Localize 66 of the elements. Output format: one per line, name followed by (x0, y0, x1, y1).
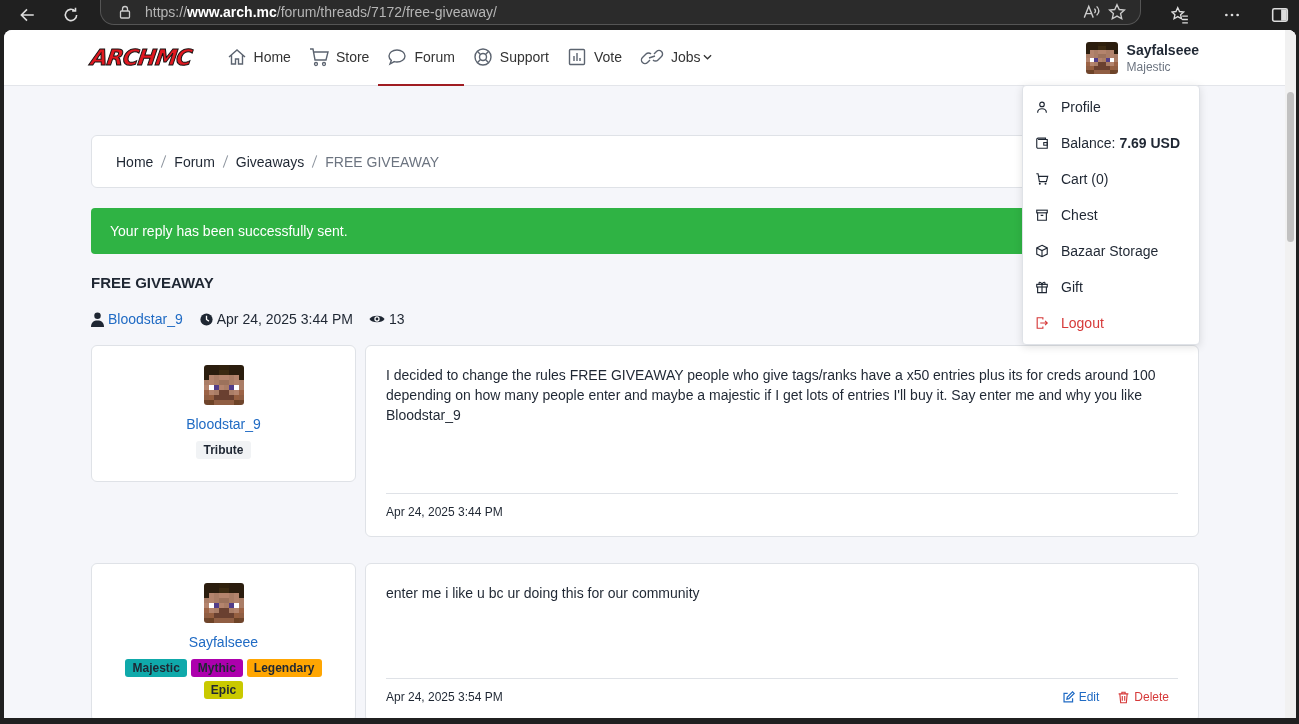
edit-link[interactable]: Edit (1061, 690, 1100, 704)
nav-link[interactable]: Jobs (630, 30, 721, 86)
author-link[interactable]: Sayfalseee (188, 634, 259, 650)
breadcrumb-link[interactable]: FREE GIVEAWAY (325, 153, 440, 170)
rank-badge: Tribute (196, 441, 251, 459)
avatar-icon[interactable] (1085, 41, 1118, 74)
clock-icon (199, 311, 213, 327)
trash-icon (1117, 690, 1131, 704)
nav-link[interactable]: Support (463, 30, 558, 86)
nav-link[interactable]: Forum (378, 30, 464, 86)
author-link[interactable]: Bloodstar_9 (108, 311, 183, 327)
view-count: 13 (388, 311, 405, 327)
username[interactable]: Sayfalseee (1126, 41, 1199, 58)
scrollbar[interactable] (1285, 30, 1296, 718)
rank-badge: Mythic (190, 659, 243, 677)
user-rank: Majestic (1126, 59, 1172, 74)
post-text: I decided to change the rules FREE GIVEAWAY people who give tags/ranks have a x50 entries plus its for creds around 100 depending on how many people enter and maybe a majestic if I get lots of entries I'll buy it. Say enter me and why you like Bloodstar_9 (386, 366, 1157, 425)
lifebuoy-icon (472, 47, 493, 67)
lock-icon (119, 4, 131, 19)
edit-icon (1061, 690, 1075, 704)
avatar-icon (203, 365, 244, 405)
breadcrumb-link[interactable]: Forum (174, 153, 215, 170)
nav-link[interactable]: Store (299, 30, 379, 86)
menu-item[interactable]: Cart (0) (1023, 161, 1199, 197)
eye-icon (368, 313, 385, 325)
rank-badge: Majestic (125, 659, 187, 677)
nav-link[interactable]: Vote (557, 30, 631, 86)
cart-icon (308, 47, 329, 67)
post-date: Apr 24, 2025 3:54 PM (386, 690, 503, 704)
cube-icon (1035, 244, 1049, 258)
chat-bubble-icon (387, 47, 408, 67)
delete-link[interactable]: Delete (1117, 690, 1169, 704)
breadcrumb-link[interactable]: Home (116, 153, 154, 170)
thread-title: FREE GIVEAWAY (91, 274, 214, 291)
address-bar[interactable]: https://www.arch.mc/forum/threads/7172/free-giveaway/ (100, 0, 1141, 25)
archive-box-icon (1035, 208, 1049, 222)
favorites-icon[interactable] (1171, 6, 1189, 24)
chart-icon (566, 47, 587, 67)
home-icon (226, 47, 247, 67)
menu-item[interactable]: Logout (1023, 305, 1199, 341)
logout-icon (1035, 316, 1049, 330)
gift-icon (1035, 280, 1049, 294)
rank-badge: Epic (203, 681, 244, 699)
wallet-icon (1035, 136, 1049, 150)
person-icon (91, 311, 104, 327)
post-text: enter me i like u bc ur doing this for our community (386, 584, 701, 603)
back-icon[interactable] (18, 6, 36, 24)
sidebar-icon[interactable] (1271, 6, 1289, 24)
refresh-icon[interactable] (62, 6, 80, 24)
menu-item[interactable]: Profile (1023, 89, 1199, 125)
thread-date: Apr 24, 2025 3:44 PM (216, 311, 353, 327)
site-logo[interactable]: ARCHMC (89, 45, 194, 70)
menu-item[interactable]: Balance: 7.69 USD (1023, 125, 1199, 161)
rank-badge: Legendary (246, 659, 322, 677)
cart-icon (1035, 172, 1049, 186)
star-icon[interactable] (1108, 2, 1126, 21)
avatar-icon (203, 583, 244, 623)
url-text: https://www.arch.mc/forum/threads/7172/free-giveaway/ (145, 3, 498, 20)
menu-item[interactable]: Gift (1023, 269, 1199, 305)
nav-link[interactable]: Home (217, 30, 300, 86)
post-date: Apr 24, 2025 3:44 PM (386, 505, 503, 519)
person-icon (1035, 100, 1049, 114)
author-link[interactable]: Bloodstar_9 (186, 416, 261, 432)
read-aloud-icon[interactable] (1082, 2, 1100, 21)
link-icon (639, 47, 664, 67)
breadcrumb-link[interactable]: Giveaways (235, 153, 305, 170)
